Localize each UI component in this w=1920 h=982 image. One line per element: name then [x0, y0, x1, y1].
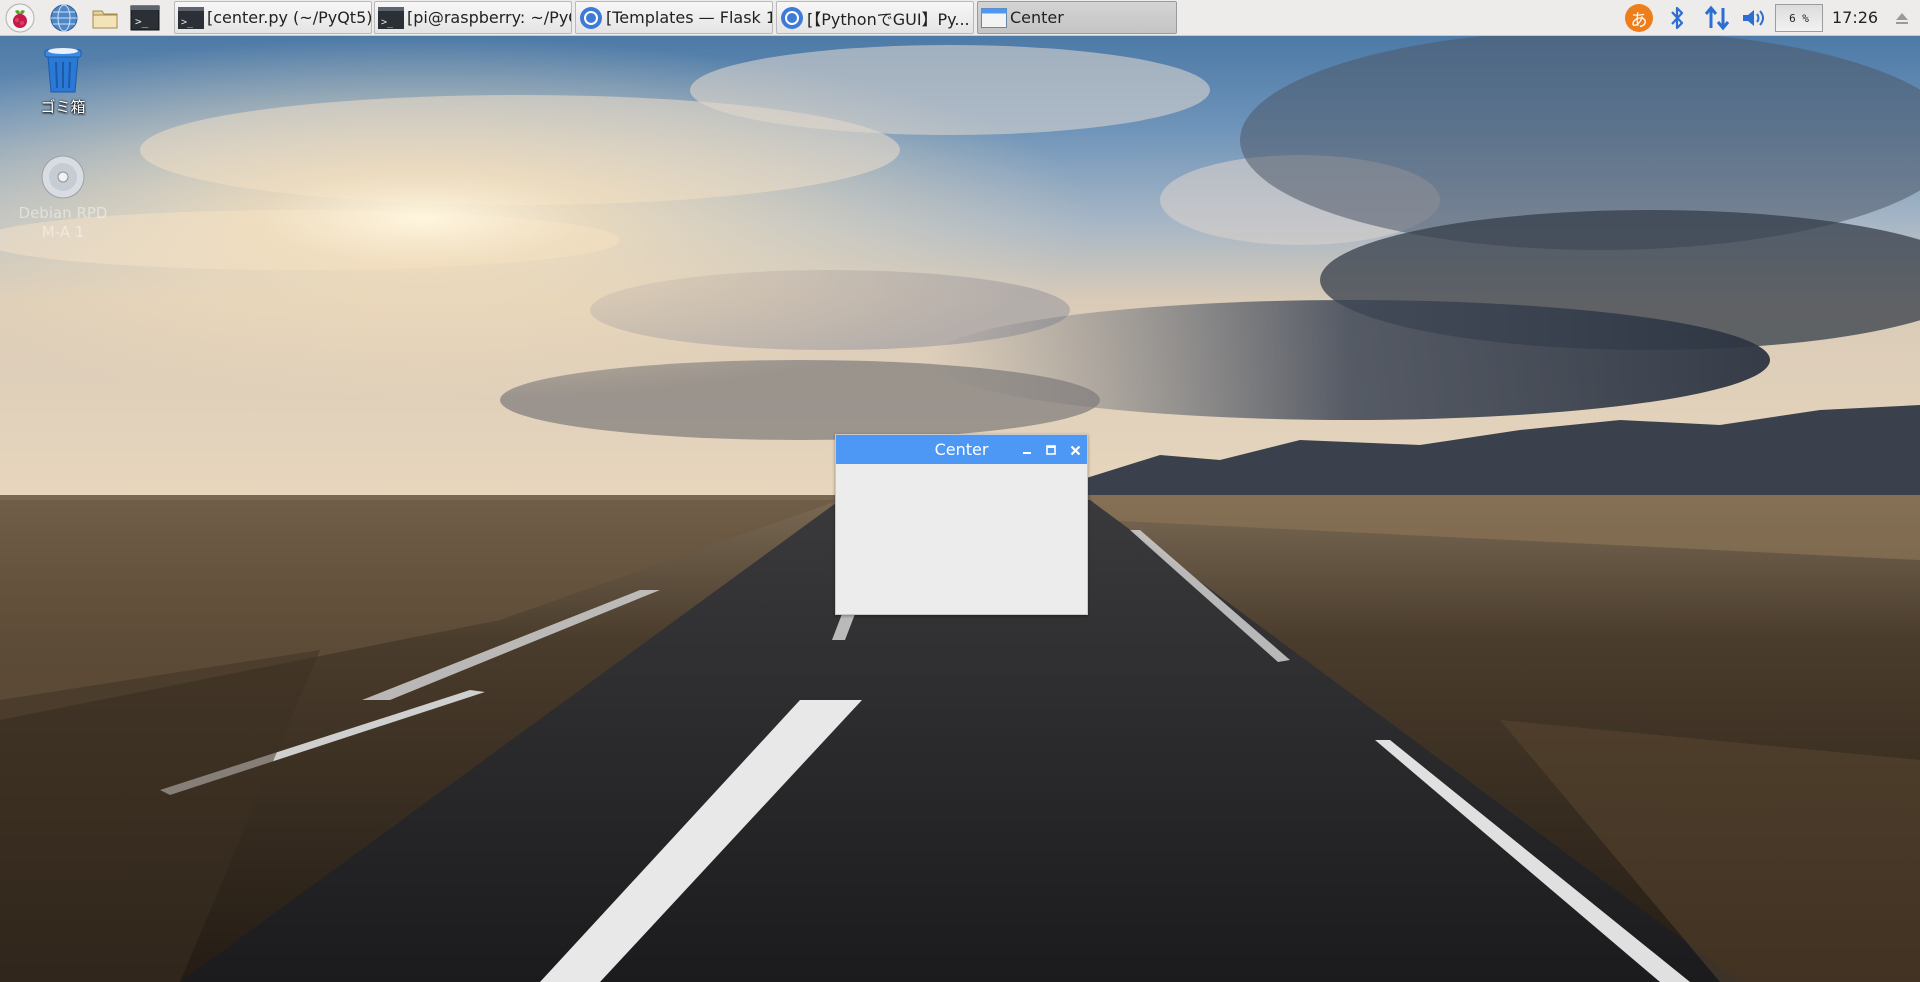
task-label: [Templates — Flask 1.... — [606, 8, 772, 27]
ime-icon: あ — [1625, 4, 1653, 32]
desktop-icon-label: Debian RPD M-A 1 — [18, 204, 108, 241]
chromium-icon — [580, 6, 602, 29]
cpu-usage-value: 6 % — [1789, 11, 1809, 25]
maximize-icon — [1046, 445, 1056, 455]
taskbar-task-center-py[interactable]: >_ [center.py (~/PyQt5) -... — [174, 1, 372, 34]
file-manager-launcher[interactable] — [89, 2, 121, 34]
task-label: Center — [1010, 8, 1064, 27]
chromium-icon — [781, 6, 803, 29]
eject-button[interactable] — [1890, 0, 1914, 36]
trash-icon — [44, 48, 82, 93]
taskbar-task-terminal[interactable]: >_ [pi@raspberry: ~/PyQ... — [374, 1, 572, 34]
task-label: [【PythonでGUI】Py... — [807, 9, 970, 29]
task-label: [pi@raspberry: ~/PyQ... — [407, 8, 571, 27]
taskbar-task-center-window[interactable]: Center — [977, 1, 1177, 34]
ime-mode-label: あ — [1630, 10, 1648, 31]
window-icon — [981, 7, 1007, 28]
raspberry-menu-icon — [5, 3, 35, 33]
desktop-icon-trash[interactable]: ゴミ箱 — [8, 44, 118, 117]
taskbar-task-python-gui[interactable]: [【PythonでGUI】Py... — [776, 1, 974, 34]
volume-icon — [1743, 10, 1764, 26]
web-browser-icon — [50, 4, 78, 32]
cpu-usage-monitor[interactable]: 6 % — [1775, 4, 1823, 32]
clock[interactable]: 17:26 — [1832, 0, 1878, 36]
desktop-icon-disc[interactable]: Debian RPD M-A 1 — [8, 154, 118, 242]
input-method-indicator[interactable]: あ — [1622, 0, 1656, 36]
desktop-icon-label: ゴミ箱 — [40, 98, 86, 116]
network-button[interactable] — [1700, 0, 1734, 36]
svg-text:>_: >_ — [181, 17, 194, 28]
window-titlebar[interactable]: Center — [836, 435, 1087, 464]
bluetooth-icon — [1671, 6, 1684, 30]
close-button[interactable] — [1066, 441, 1084, 459]
eject-icon — [1896, 13, 1908, 24]
web-browser-launcher[interactable] — [48, 2, 80, 34]
file-manager-icon — [92, 10, 118, 29]
terminal-icon: >_ — [378, 6, 404, 29]
bluetooth-button[interactable] — [1664, 0, 1690, 36]
center-window[interactable]: Center — [835, 434, 1088, 615]
svg-text:>_: >_ — [135, 15, 149, 28]
taskbar: >_ >_ [center.py (~/PyQt5) -... >_ [pi@r… — [0, 0, 1920, 36]
volume-button[interactable] — [1738, 0, 1770, 36]
taskbar-task-flask-templates[interactable]: [Templates — Flask 1.... — [575, 1, 773, 34]
terminal-icon: >_ — [130, 5, 160, 31]
minimize-icon — [1023, 452, 1031, 454]
close-icon — [1070, 445, 1080, 455]
raspberry-menu-button[interactable] — [4, 2, 36, 34]
task-label: [center.py (~/PyQt5) -... — [207, 8, 371, 27]
minimize-button[interactable] — [1018, 441, 1036, 459]
network-transfer-icon — [1704, 5, 1730, 31]
terminal-launcher[interactable]: >_ — [129, 2, 161, 34]
svg-text:>_: >_ — [381, 17, 394, 28]
window-content — [836, 464, 1087, 614]
maximize-button[interactable] — [1042, 441, 1060, 459]
terminal-icon: >_ — [178, 6, 204, 29]
disc-icon — [41, 155, 85, 199]
